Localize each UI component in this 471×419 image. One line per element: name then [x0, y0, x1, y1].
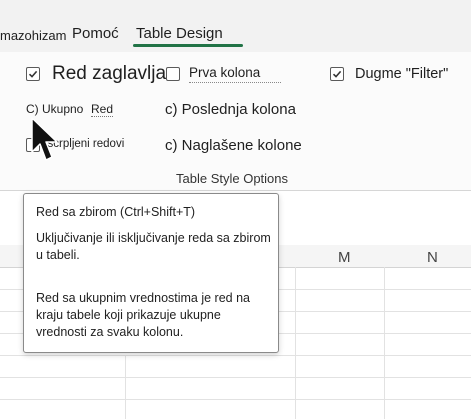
- tab-help[interactable]: Pomoć: [72, 24, 119, 44]
- filter-button-checkbox[interactable]: [330, 67, 344, 81]
- first-column-label: Prva kolona: [189, 65, 261, 80]
- group-title: Table Style Options: [176, 171, 289, 186]
- first-column-checkbox[interactable]: [166, 67, 180, 81]
- banded-columns-label[interactable]: c) Naglašene kolone: [165, 137, 302, 154]
- column-header-n[interactable]: N: [427, 249, 438, 266]
- header-row-label: Red zaglavlja: [52, 63, 167, 84]
- gridline: [0, 377, 471, 378]
- first-column-underline: [189, 82, 281, 83]
- table-style-options-group: Red zaglavlja Prva kolona Dugme "Filter"…: [0, 52, 471, 191]
- filter-button-label: Dugme "Filter": [355, 66, 449, 82]
- tooltip-paragraph: Red sa ukupnim vrednostima je red na kra…: [36, 291, 251, 339]
- active-tab-indicator: [133, 44, 243, 47]
- last-column-label[interactable]: c) Poslednja kolona: [165, 101, 296, 118]
- tooltip-paragraph: Uključivanje ili isključivanje reda sa z…: [36, 231, 271, 262]
- checkmark-icon: [28, 70, 38, 78]
- total-row-label-suffix[interactable]: Red: [91, 102, 114, 117]
- checkmark-icon: [332, 70, 342, 78]
- column-header-m[interactable]: M: [338, 249, 351, 266]
- total-row-label[interactable]: C) Ukupno: [26, 102, 83, 116]
- gridline: [0, 355, 471, 356]
- gridline: [0, 399, 471, 400]
- gridline: [125, 356, 126, 419]
- ribbon-tab-bar: mazohizam Pomoć Table Design: [0, 0, 471, 52]
- tooltip-title: Red sa zbirom (Ctrl+Shift+T): [36, 205, 196, 219]
- mouse-pointer-icon: [31, 117, 58, 161]
- header-row-checkbox[interactable]: [26, 67, 40, 81]
- tab-partial[interactable]: mazohizam: [0, 26, 66, 46]
- tooltip-total-row: Red sa zbirom (Ctrl+Shift+T) Uključivanj…: [23, 193, 279, 353]
- tab-table-design[interactable]: Table Design: [136, 24, 223, 44]
